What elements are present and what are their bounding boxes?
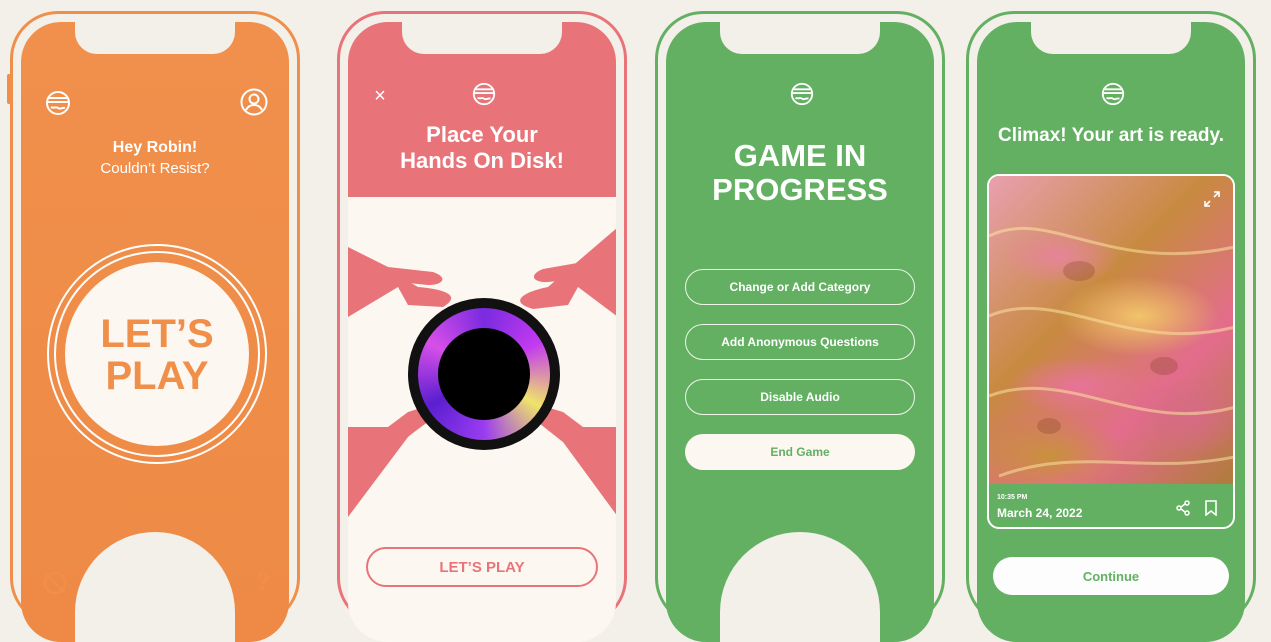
globe-helmet-icon: [1099, 80, 1127, 108]
phone-frame-home: Hey Robin! Couldn’t Resist? LET’S PLAY ?: [7, 11, 300, 642]
help-button[interactable]: ?: [251, 564, 275, 600]
phone-frame-game: GAME IN PROGRESS Change or Add Category …: [655, 11, 945, 642]
globe-helmet-icon: [788, 80, 816, 108]
anonymous-questions-button[interactable]: Add Anonymous Questions: [685, 324, 915, 360]
bottom-cutout: [75, 532, 235, 642]
art-time: 10:35 PM: [997, 494, 1028, 501]
title-line2: Hands On Disk!: [400, 148, 564, 173]
lets-play-line2: PLAY: [105, 354, 209, 398]
no-sound-icon[interactable]: [39, 567, 71, 599]
user-icon[interactable]: [238, 86, 270, 118]
close-button[interactable]: ×: [368, 84, 392, 108]
disable-audio-button[interactable]: Disable Audio: [685, 379, 915, 415]
lets-play-button[interactable]: LET’S PLAY: [366, 547, 598, 587]
notch: [75, 22, 235, 54]
art-date: March 24, 2022: [997, 506, 1083, 520]
lets-play-line1: LET’S: [100, 312, 214, 356]
title-line1: Place Your: [426, 122, 538, 147]
globe-helmet-icon[interactable]: [43, 88, 73, 118]
subtitle: Couldn’t Resist?: [100, 160, 210, 177]
help-button[interactable]: ?: [896, 564, 920, 600]
phone-frame-disk: × Place Your Hands On Disk! LET’S PLAY: [337, 11, 627, 642]
title-line1: GAME IN: [733, 138, 867, 173]
globe-helmet-icon: [470, 80, 498, 108]
end-game-button[interactable]: End Game: [685, 434, 915, 470]
bottom-cutout: [720, 532, 880, 642]
bookmark-icon[interactable]: [1201, 498, 1221, 518]
disk[interactable]: [408, 298, 560, 450]
notch: [402, 22, 562, 54]
disk-screen: × Place Your Hands On Disk! LET’S PLAY: [348, 22, 616, 642]
title-line2: PROGRESS: [712, 172, 888, 207]
lets-play-label: LET’S PLAY: [439, 558, 525, 576]
notch: [720, 22, 880, 54]
brush-icon[interactable]: [684, 567, 716, 599]
side-button: [7, 74, 11, 104]
continue-label: Continue: [1082, 568, 1140, 584]
change-category-button[interactable]: Change or Add Category: [685, 269, 915, 305]
lets-play-button[interactable]: LET’S PLAY: [47, 244, 267, 464]
expand-icon[interactable]: [1201, 188, 1223, 210]
phone-frame-art: Climax! Your art is ready. 10:35 PM Marc…: [966, 11, 1256, 642]
home-screen: Hey Robin! Couldn’t Resist? LET’S PLAY ?: [21, 22, 289, 642]
greeting: Hey Robin!: [112, 139, 198, 156]
share-icon[interactable]: [1173, 498, 1193, 518]
continue-button[interactable]: Continue: [993, 557, 1229, 595]
notch: [1031, 22, 1191, 54]
artwork-card[interactable]: 10:35 PM March 24, 2022: [987, 174, 1235, 529]
game-screen: GAME IN PROGRESS Change or Add Category …: [666, 22, 934, 642]
artwork-image[interactable]: [989, 176, 1233, 484]
art-title: Climax! Your art is ready.: [998, 125, 1224, 146]
art-screen: Climax! Your art is ready. 10:35 PM Marc…: [977, 22, 1245, 642]
